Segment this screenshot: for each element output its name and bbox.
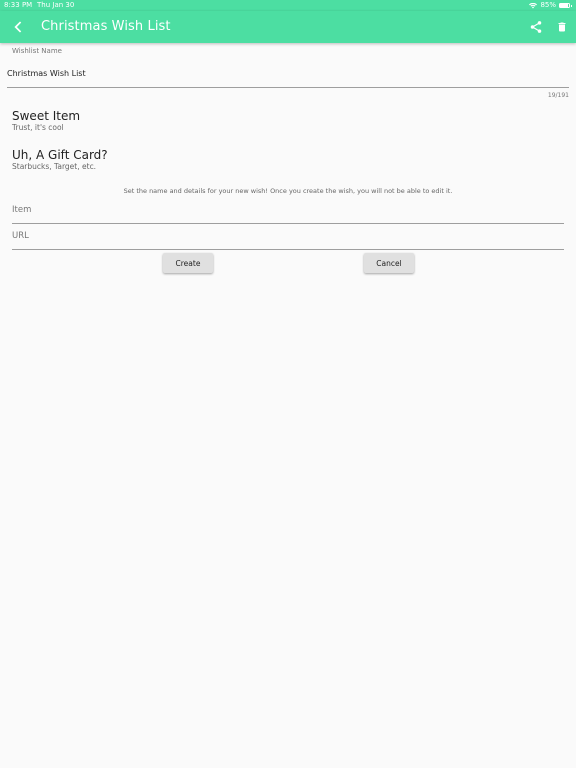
app-bar: Christmas Wish List [0, 11, 576, 43]
share-icon [530, 21, 542, 33]
wish-list-item[interactable]: Sweet Item Trust, it's cool [12, 109, 552, 133]
battery-icon [559, 3, 572, 8]
wifi-icon [529, 2, 538, 8]
status-bar: 8:33 PM Thu Jan 30 85% [0, 0, 576, 11]
status-indicators: 85% [529, 0, 572, 11]
chevron-left-icon [14, 21, 22, 33]
battery-fill [560, 4, 568, 7]
character-counter: 19/191 [547, 92, 569, 99]
wish-title: Uh, A Gift Card? [12, 148, 108, 162]
trash-icon [558, 22, 566, 32]
battery-tip [570, 5, 572, 7]
wishlist-name-value[interactable]: Christmas Wish List [7, 69, 86, 78]
status-time: 8:33 PM [4, 1, 33, 9]
battery-percent: 85% [540, 1, 556, 9]
wish-subtitle: Starbucks, Target, etc. [12, 162, 97, 171]
wishlist-name-label: Wishlist Name [12, 47, 62, 55]
url-input[interactable] [12, 224, 564, 248]
back-button[interactable] [6, 15, 30, 39]
wish-list-item[interactable]: Uh, A Gift Card? Starbucks, Target, etc. [12, 148, 552, 172]
item-input[interactable] [12, 198, 564, 222]
status-date: Thu Jan 30 [37, 1, 75, 9]
page-title: Christmas Wish List [41, 19, 171, 34]
create-button[interactable]: Create [163, 253, 213, 273]
share-button[interactable] [525, 15, 547, 39]
cancel-button[interactable]: Cancel [364, 253, 414, 273]
item-field[interactable] [12, 198, 564, 224]
wishlist-name-underline [7, 87, 569, 88]
wish-subtitle: Trust, it's cool [12, 123, 64, 132]
new-wish-helper-text: Set the name and details for your new wi… [123, 187, 453, 195]
url-underline [12, 249, 564, 250]
delete-button[interactable] [552, 15, 572, 39]
wishlist-name-field[interactable]: Wishlist Name Christmas Wish List [7, 44, 569, 88]
wish-title: Sweet Item [12, 109, 81, 123]
url-field[interactable] [12, 224, 564, 250]
